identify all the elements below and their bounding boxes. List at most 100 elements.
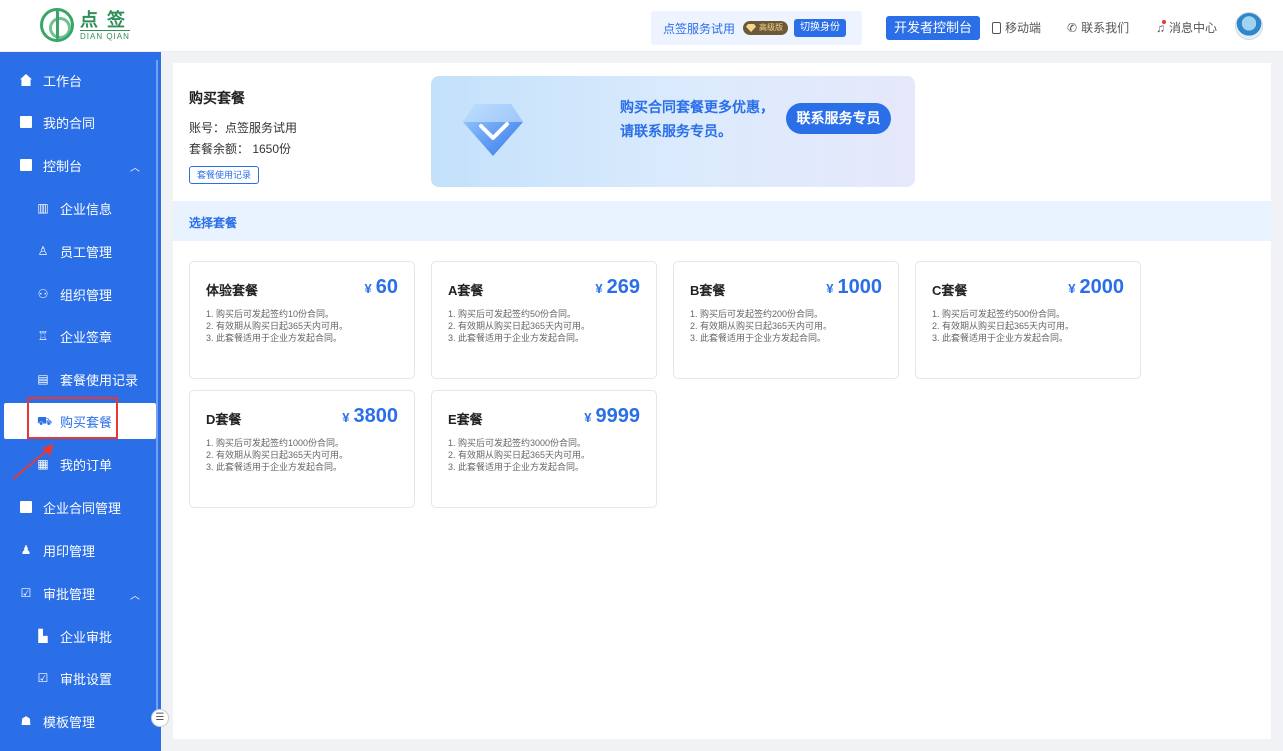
sidebar-item-enterprise-contracts[interactable]: 企业合同管理 [0, 489, 156, 525]
description-line: 2. 有效期从购买日起365天内可用。 [206, 450, 349, 460]
diamond-icon [463, 104, 523, 156]
package-name: C套餐 [932, 283, 968, 298]
sidebar-item-console[interactable]: 控制台 ︿ [0, 147, 156, 183]
description-line: 3. 此套餐适用于企业方发起合同。 [448, 333, 585, 343]
package-card-trial[interactable]: 体验套餐 ¥60 1. 购买后可发起签约10份合同。 2. 有效期从购买日起36… [189, 261, 415, 379]
sidebar-item-label: 审批设置 [60, 671, 113, 687]
currency-symbol: ¥ [595, 281, 603, 296]
stamp-icon: ♟ [20, 543, 32, 557]
app-logo[interactable]: 点 签 DIAN QIAN [40, 8, 130, 42]
description-line: 3. 此套餐适用于企业方发起合同。 [448, 462, 585, 472]
folder-icon [20, 501, 32, 513]
mobile-link[interactable]: 移动端 [992, 19, 1041, 36]
page-title: 购买套餐 [189, 90, 245, 106]
home-icon [20, 74, 32, 86]
package-description: 1. 购买后可发起签约3000份合同。 2. 有效期从购买日起365天内可用。 … [448, 437, 590, 473]
description-line: 2. 有效期从购买日起365天内可用。 [206, 321, 349, 331]
contact-service-button[interactable]: 联系服务专员 [786, 103, 891, 134]
package-description: 1. 购买后可发起签约500份合同。 2. 有效期从购买日起365天内可用。 3… [932, 308, 1074, 344]
package-description: 1. 购买后可发起签约200份合同。 2. 有效期从购买日起365天内可用。 3… [690, 308, 832, 344]
description-line: 1. 购买后可发起签约10份合同。 [206, 309, 335, 319]
price-value: 3800 [353, 405, 399, 427]
logo-subtitle: DIAN QIAN [80, 29, 130, 41]
message-center-label: 消息中心 [1169, 21, 1218, 35]
description-line: 2. 有效期从购买日起365天内可用。 [448, 321, 591, 331]
logo-title: 点 签 [80, 9, 128, 30]
package-card-c[interactable]: C套餐 ¥2000 1. 购买后可发起签约500份合同。 2. 有效期从购买日起… [915, 261, 1141, 379]
package-name: E套餐 [448, 412, 483, 427]
sidebar-item-approval[interactable]: ☑ 审批管理 ︿ [0, 575, 156, 611]
description-line: 2. 有效期从购买日起365天内可用。 [448, 450, 591, 460]
sidebar-item-label: 员工管理 [60, 244, 113, 260]
description-line: 3. 此套餐适用于企业方发起合同。 [932, 333, 1069, 343]
collapse-sidebar-button[interactable]: ☰ [151, 709, 169, 727]
banner-text-line2: 请联系服务专员。 [620, 123, 732, 139]
sidebar-item-seal[interactable]: ♖ 企业签章 [0, 318, 156, 354]
sidebar-item-label: 企业合同管理 [43, 500, 122, 516]
main-panel: 购买套餐 账号：点签服务试用 套餐余额： 1650份 套餐使用记录 购买合同套餐… [173, 63, 1271, 739]
sidebar-item-label: 我的合同 [43, 115, 96, 131]
select-package-bar: 选择套餐 [173, 201, 1271, 241]
package-price: ¥1000 [826, 276, 882, 299]
identity-box: 点签服务试用 高级版 切换身份 [651, 11, 862, 45]
sidebar-item-workbench[interactable]: 工作台 [0, 62, 156, 98]
headset-icon: ✆ [1067, 20, 1078, 35]
sidebar-scrollbar[interactable] [156, 60, 158, 710]
contact-us-link[interactable]: ✆ 联系我们 [1067, 19, 1129, 36]
switch-identity-button[interactable]: 切换身份 [794, 19, 847, 37]
description-line: 3. 此套餐适用于企业方发起合同。 [690, 333, 827, 343]
sidebar-item-templates[interactable]: ☗ 模板管理 [0, 706, 156, 736]
sidebar-item-staff[interactable]: ♙ 员工管理 [0, 233, 156, 269]
description-line: 3. 此套餐适用于企业方发起合同。 [206, 333, 343, 343]
sidebar-item-label: 组织管理 [60, 287, 113, 303]
package-name: A套餐 [448, 283, 484, 298]
vip-label: 高级版 [759, 23, 784, 32]
user-avatar[interactable] [1235, 12, 1263, 40]
checkbox-icon: ☑ [37, 671, 49, 685]
sidebar-item-label: 模板管理 [43, 714, 96, 730]
sidebar-item-label: 控制台 [43, 158, 83, 174]
balance-text: 套餐余额： 1650份 [189, 142, 292, 156]
price-value: 9999 [595, 405, 641, 427]
package-name: B套餐 [690, 283, 726, 298]
package-card-d[interactable]: D套餐 ¥3800 1. 购买后可发起签约1000份合同。 2. 有效期从购买日… [189, 390, 415, 508]
description-line: 1. 购买后可发起签约3000份合同。 [448, 438, 587, 448]
package-description: 1. 购买后可发起签约10份合同。 2. 有效期从购买日起365天内可用。 3.… [206, 308, 348, 344]
sidebar-item-label: 审批管理 [43, 586, 96, 602]
package-price: ¥2000 [1068, 276, 1124, 299]
promo-banner: 购买合同套餐更多优惠， 请联系服务专员。 联系服务专员 [431, 76, 915, 187]
description-line: 1. 购买后可发起签约50份合同。 [448, 309, 577, 319]
sidebar-item-label: 工作台 [43, 73, 83, 89]
price-value: 1000 [837, 276, 883, 298]
package-name: D套餐 [206, 412, 242, 427]
description-line: 1. 购买后可发起签约500份合同。 [932, 309, 1066, 319]
sidebar-item-org[interactable]: ⚇ 组织管理 [0, 276, 156, 312]
price-value: 2000 [1079, 276, 1125, 298]
sidebar-item-stamp[interactable]: ♟ 用印管理 [0, 532, 156, 568]
vip-badge: 高级版 [743, 21, 789, 35]
package-card-a[interactable]: A套餐 ¥269 1. 购买后可发起签约50份合同。 2. 有效期从购买日起36… [431, 261, 657, 379]
sidebar-item-enterprise-approval[interactable]: ▙ 企业审批 [0, 618, 156, 654]
package-card-b[interactable]: B套餐 ¥1000 1. 购买后可发起签约200份合同。 2. 有效期从购买日起… [673, 261, 899, 379]
sidebar-item-label: 用印管理 [43, 543, 96, 559]
currency-symbol: ¥ [826, 281, 834, 296]
building-icon: ▥ [37, 201, 49, 215]
sidebar-item-company-info[interactable]: ▥ 企业信息 [0, 190, 156, 226]
sidebar-item-my-contracts[interactable]: 我的合同 [0, 104, 156, 140]
user-icon: ♙ [37, 244, 49, 258]
message-center-link[interactable]: ♫ 消息中心 [1156, 19, 1217, 36]
sidebar-item-approval-settings[interactable]: ☑ 审批设置 [0, 660, 156, 696]
usage-record-button[interactable]: 套餐使用记录 [189, 166, 260, 184]
sidebar-item-usage-record[interactable]: ▤ 套餐使用记录 [0, 361, 156, 397]
chevron-up-icon: ︿ [130, 163, 140, 174]
annotation-arrow-icon [12, 444, 54, 480]
price-value: 269 [606, 276, 640, 298]
logo-mark-icon [40, 8, 74, 42]
package-card-e[interactable]: E套餐 ¥9999 1. 购买后可发起签约3000份合同。 2. 有效期从购买日… [431, 390, 657, 508]
description-line: 2. 有效期从购买日起365天内可用。 [690, 321, 833, 331]
developer-console-button[interactable]: 开发者控制台 [886, 16, 981, 40]
org-icon: ⚇ [37, 287, 49, 301]
phone-icon [992, 21, 1001, 34]
diamond-icon [746, 24, 757, 32]
mobile-label: 移动端 [1005, 21, 1042, 35]
